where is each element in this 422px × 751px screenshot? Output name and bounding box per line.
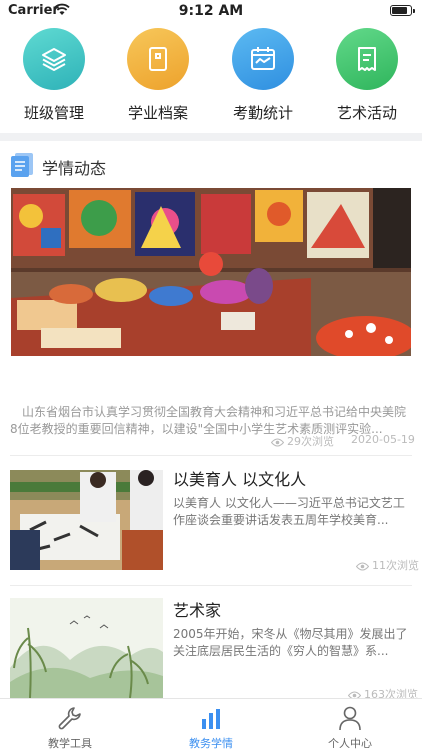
article-thumbnail (10, 470, 163, 570)
featured-date: 2020-05-19 (351, 433, 415, 446)
art-exhibition-photo (11, 188, 411, 356)
featured-views: 29次浏览 (271, 433, 334, 449)
tab-bar: 教学工具 教务学情 个人中心 (0, 698, 422, 750)
wrench-icon (57, 705, 83, 731)
tab-label: 教学工具 (20, 735, 120, 751)
row-separator (10, 455, 412, 456)
quick-action-academic-records[interactable]: 学业档案 (106, 28, 210, 123)
tab-academic-affairs[interactable]: 教务学情 (161, 705, 261, 751)
article-desc: 以美育人 以文化人——习近平总书记文艺工作座谈会重要讲话发表五周年学校美育... (173, 495, 411, 529)
article-title: 艺术家 (173, 597, 221, 621)
calendar-icon (232, 28, 294, 90)
tab-personal-center[interactable]: 个人中心 (300, 705, 400, 751)
clock: 9:12 AM (0, 3, 422, 19)
calligraphy-class-photo (10, 470, 163, 570)
row-separator (10, 585, 412, 586)
document-icon (10, 152, 34, 178)
layers-icon (23, 28, 85, 90)
quick-action-art-activities[interactable]: 艺术活动 (315, 28, 419, 123)
tab-label: 教务学情 (161, 735, 261, 751)
tab-teaching-tools[interactable]: 教学工具 (20, 705, 120, 751)
quick-action-label: 班级管理 (2, 102, 106, 123)
quick-action-class-management[interactable]: 班级管理 (2, 28, 106, 123)
eye-icon (356, 562, 369, 571)
article-desc: 2005年开始，宋冬从《物尽其用》发展出了关注底层居民生活的《穷人的智慧》系..… (173, 626, 411, 660)
quick-action-label: 艺术活动 (315, 102, 419, 123)
article-views: 11次浏览 (356, 557, 419, 573)
receipt-icon (336, 28, 398, 90)
article-title: 以美育人 以文化人 (173, 466, 306, 490)
eye-icon (271, 438, 284, 447)
person-icon (337, 705, 363, 731)
quick-action-label: 学业档案 (106, 102, 210, 123)
views-count: 29次浏览 (287, 435, 334, 448)
status-bar: Carrier 9:12 AM (0, 0, 422, 22)
article-thumbnail (10, 598, 163, 698)
landscape-painting (10, 598, 163, 698)
quick-actions: 班级管理 学业档案 考勤统计 艺术活动 (0, 28, 422, 128)
tab-label: 个人中心 (300, 735, 400, 751)
section-title: 学情动态 (42, 155, 106, 179)
folder-icon (127, 28, 189, 90)
battery-icon (390, 5, 412, 16)
quick-action-attendance[interactable]: 考勤统计 (211, 28, 315, 123)
views-count: 11次浏览 (372, 559, 419, 572)
section-divider (0, 133, 422, 141)
quick-action-label: 考勤统计 (211, 102, 315, 123)
bar-chart-icon (198, 705, 224, 731)
featured-article-image[interactable] (11, 188, 411, 356)
